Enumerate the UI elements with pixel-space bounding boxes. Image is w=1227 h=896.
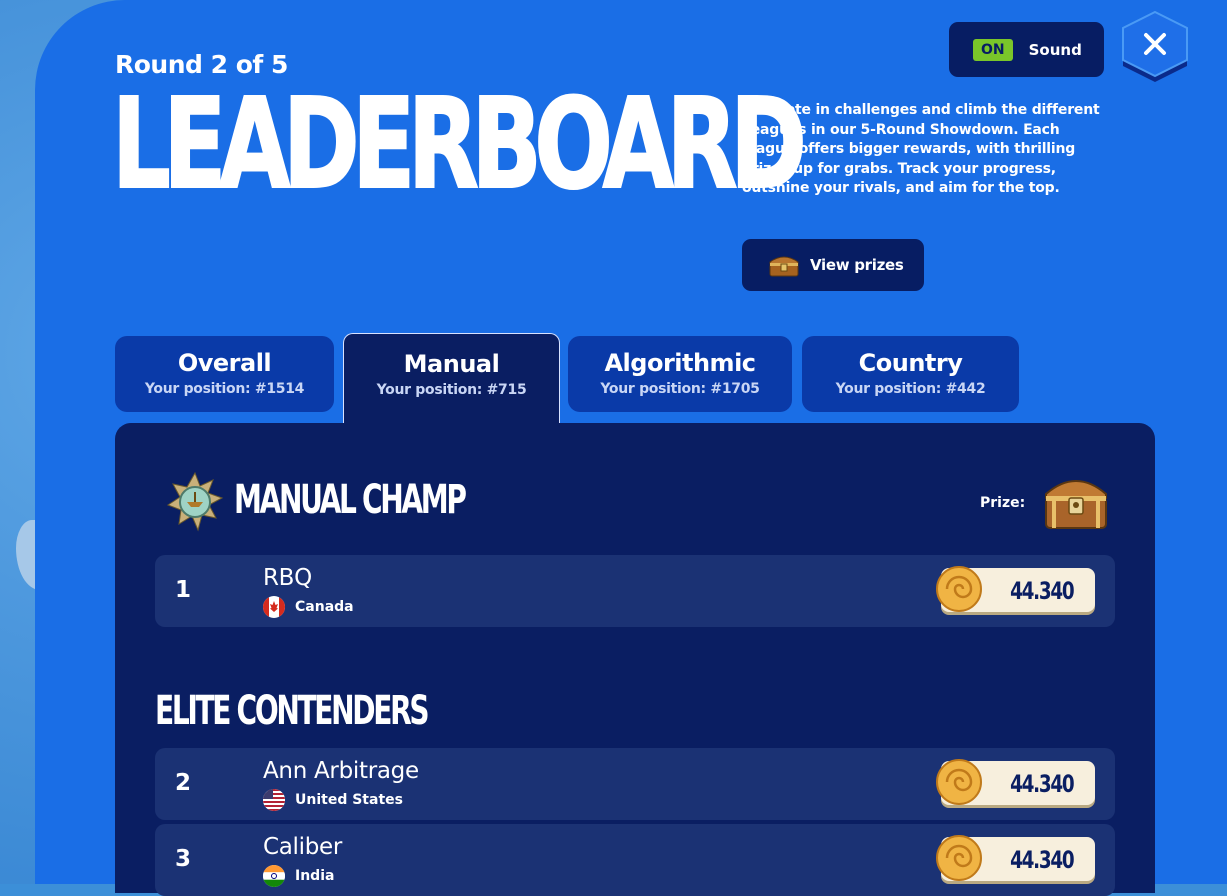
sound-state-badge: ON — [973, 38, 1013, 61]
tab-name: Algorithmic — [604, 349, 756, 377]
tab-position: Your position: #1514 — [144, 381, 305, 397]
tab-country[interactable]: Country Your position: #442 — [802, 336, 1019, 412]
shell-icon — [935, 757, 987, 807]
score-badge: 44.340 — [936, 835, 1095, 881]
shell-icon — [935, 833, 987, 883]
sound-label: Sound — [1028, 40, 1082, 59]
champion-medal-icon — [166, 471, 224, 534]
rank: 2 — [175, 770, 192, 796]
country-name: India — [295, 868, 335, 884]
rank: 1 — [175, 577, 192, 603]
canada-flag-icon — [263, 596, 285, 618]
treasure-chest-icon[interactable] — [1040, 470, 1112, 532]
treasure-chest-icon — [768, 252, 800, 278]
tab-position: Your position: #442 — [835, 381, 986, 397]
leaderboard-row[interactable]: 3 Caliber India 44.340 — [155, 824, 1115, 896]
tab-name: Country — [858, 349, 963, 377]
elite-section-title: ELITE CONTENDERS — [155, 688, 430, 734]
country-name: Canada — [295, 599, 354, 615]
view-prizes-button[interactable]: View prizes — [742, 239, 924, 291]
score-value: 44.340 — [1009, 846, 1074, 874]
score-value: 44.340 — [1009, 577, 1074, 605]
tab-manual[interactable]: Manual Your position: #715 — [343, 333, 560, 423]
score-value: 44.340 — [1009, 770, 1074, 798]
rank: 3 — [175, 846, 192, 872]
description-text: Compete in challenges and climb the diff… — [742, 102, 1100, 196]
view-prizes-label: View prizes — [810, 256, 904, 274]
page-title: LEADERBOARD — [111, 72, 807, 217]
tab-overall[interactable]: Overall Your position: #1514 — [115, 336, 334, 412]
player-name: RBQ — [263, 565, 312, 591]
champ-section-title: MANUAL CHAMP — [234, 477, 467, 523]
prize-label: Prize: — [980, 495, 1026, 511]
tab-name: Manual — [403, 350, 500, 378]
sound-toggle[interactable]: ON Sound — [949, 22, 1104, 77]
leaderboard-row[interactable]: 1 RBQ Canada 44.340 — [155, 555, 1115, 627]
player-name: Caliber — [263, 834, 343, 860]
score-badge: 44.340 — [936, 759, 1095, 805]
close-icon — [1122, 10, 1188, 82]
leaderboard-row[interactable]: 2 Ann Arbitrage United States 44.340 — [155, 748, 1115, 820]
tab-position: Your position: #1705 — [600, 381, 760, 397]
country-name: United States — [295, 792, 403, 808]
tab-name: Overall — [177, 349, 272, 377]
player-country: Canada — [263, 596, 354, 618]
tab-algorithmic[interactable]: Algorithmic Your position: #1705 — [568, 336, 792, 412]
player-country: United States — [263, 789, 403, 811]
player-name: Ann Arbitrage — [263, 758, 419, 784]
shell-icon — [935, 564, 987, 614]
tab-position: Your position: #715 — [376, 382, 527, 398]
us-flag-icon — [263, 789, 285, 811]
close-button[interactable] — [1120, 10, 1190, 88]
score-badge: 44.340 — [936, 566, 1095, 612]
